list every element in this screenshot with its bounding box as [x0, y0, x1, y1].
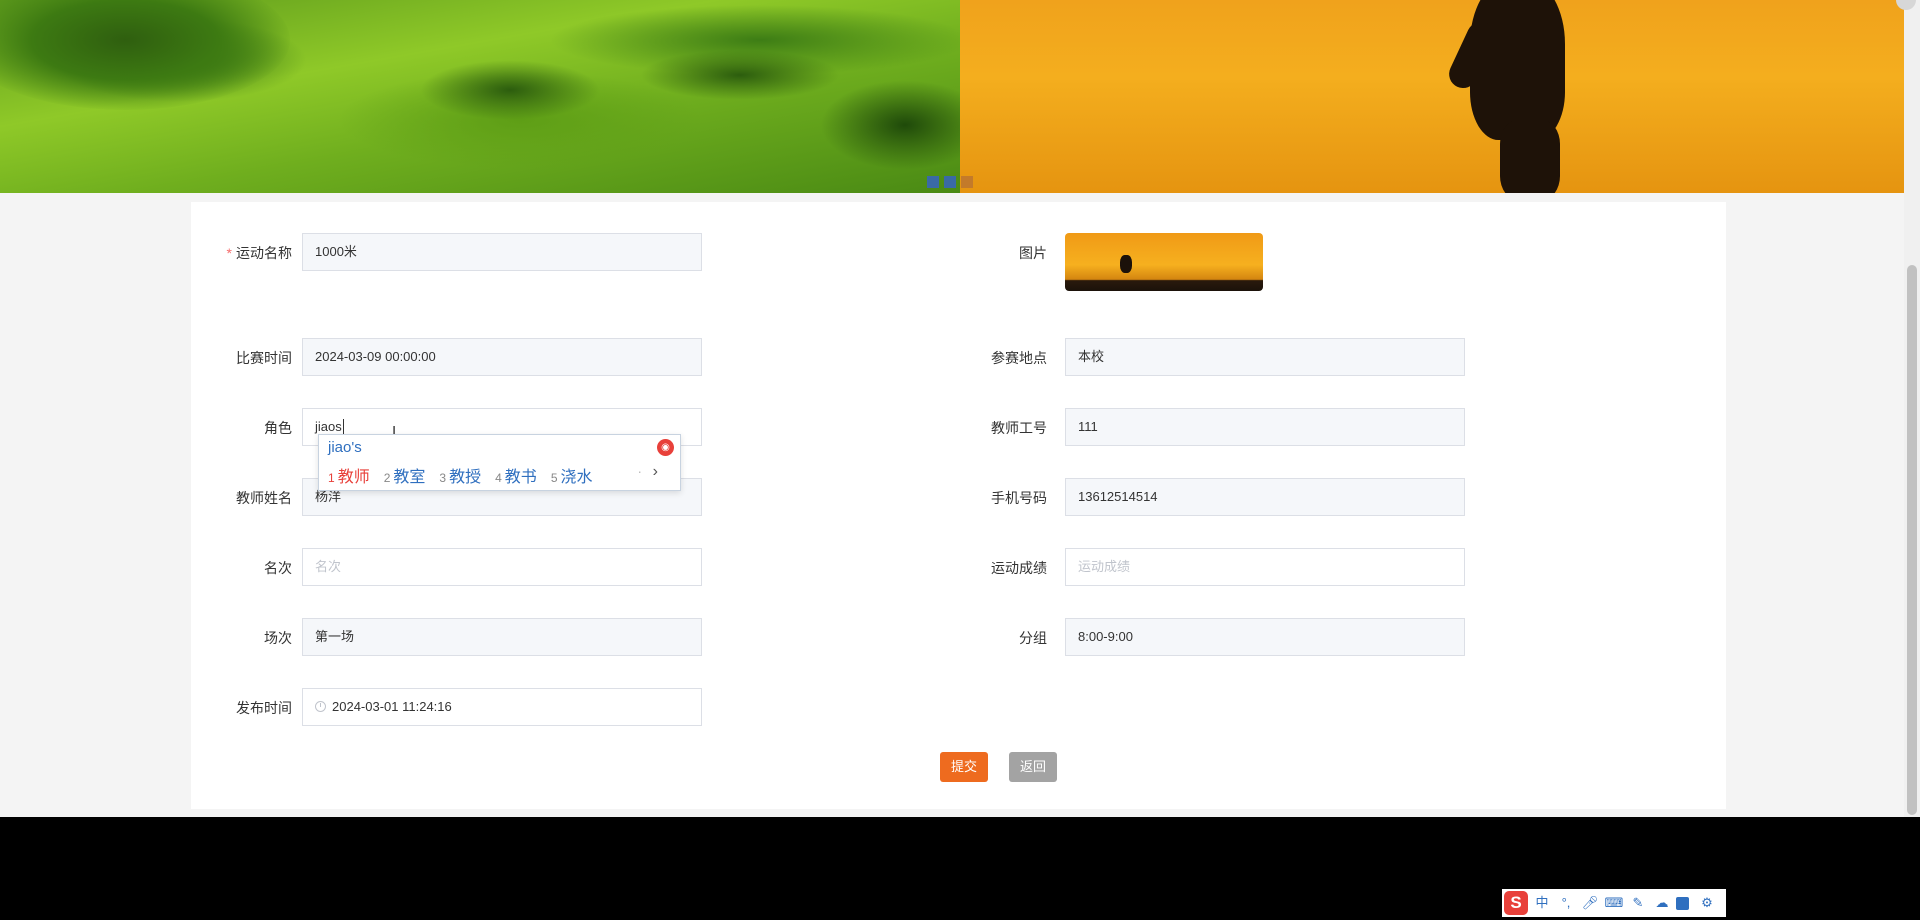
page: * 运动名称 1000米 图片 比赛时间 2024-03-09 00:00:00 … [0, 0, 1920, 817]
settings-gear-icon[interactable]: ⚙ [1697, 893, 1717, 913]
session-label: 场次 [264, 630, 292, 646]
sport-name-input[interactable]: 1000米 [302, 233, 702, 271]
sogou-logo-icon[interactable]: S [1504, 891, 1528, 915]
ime-candidate[interactable]: 5 浇水 [551, 463, 593, 487]
punctuation-icon[interactable]: °, [1556, 893, 1576, 913]
ime-next-page-button[interactable]: › [653, 463, 658, 481]
banner-carousel[interactable] [0, 0, 1920, 193]
cloud-icon[interactable]: ☁ [1652, 893, 1672, 913]
carousel-dot[interactable] [961, 176, 973, 188]
microphone-icon[interactable]: 🎤︎ [1580, 893, 1600, 913]
publish-time-input[interactable]: 2024-03-01 11:24:16 [302, 688, 702, 726]
venue-label: 参赛地点 [991, 350, 1047, 366]
carousel-indicators[interactable] [927, 176, 973, 188]
ime-candidates: 1 教师 2 教室 3 教授 4 教书 5 浇水 [328, 463, 593, 487]
group-input[interactable]: 8:00-9:00 [1065, 618, 1465, 656]
teacher-id-label: 教师工号 [991, 420, 1047, 436]
phone-label: 手机号码 [991, 490, 1047, 506]
publish-time-label: 发布时间 [236, 700, 292, 716]
rank-label: 名次 [264, 560, 292, 576]
ime-toolbar[interactable]: S 中 °, 🎤︎ ⌨ ✎ ☁ ⚙ [1502, 889, 1726, 917]
image-label: 图片 [1019, 245, 1047, 261]
ime-candidate[interactable]: 2 教室 [384, 463, 426, 487]
venue-input[interactable]: 本校 [1065, 338, 1465, 376]
session-input[interactable]: 第一场 [302, 618, 702, 656]
image-thumbnail[interactable] [1065, 233, 1263, 291]
carousel-dot[interactable] [944, 176, 956, 188]
scrollbar-thumb[interactable] [1907, 265, 1917, 815]
ime-prev-icon[interactable]: · [637, 463, 642, 479]
runner-silhouette [1120, 255, 1132, 273]
group-label: 分组 [1019, 630, 1047, 646]
back-button[interactable]: 返回 [1009, 752, 1057, 782]
submit-button[interactable]: 提交 [940, 752, 988, 782]
keyboard-icon[interactable]: ⌨ [1604, 893, 1624, 913]
clock-icon [315, 701, 326, 712]
toolbox-icon[interactable] [1676, 896, 1689, 910]
page-scrollbar[interactable] [1896, 0, 1920, 817]
role-label: 角色 [264, 420, 292, 436]
ime-pinyin: jiao's [328, 439, 362, 456]
match-time-input[interactable]: 2024-03-09 00:00:00 [302, 338, 702, 376]
ime-candidate[interactable]: 4 教书 [495, 463, 537, 487]
teacher-name-label: 教师姓名 [236, 490, 292, 506]
score-label: 运动成绩 [991, 560, 1047, 576]
sport-name-label: * 运动名称 [226, 245, 292, 261]
text-caret [342, 419, 344, 434]
skin-icon[interactable]: ✎ [1628, 893, 1648, 913]
ime-logo-icon: ◉ [657, 439, 674, 456]
rank-input[interactable]: 名次 [302, 548, 702, 586]
teacher-id-input[interactable]: 111 [1065, 408, 1465, 446]
required-mark: * [226, 245, 232, 261]
carousel-dot[interactable] [927, 176, 939, 188]
match-time-label: 比赛时间 [236, 350, 292, 366]
banner-image-runner-sunset [960, 0, 1920, 193]
chinese-mode-icon[interactable]: 中 [1532, 893, 1552, 913]
score-input[interactable]: 运动成绩 [1065, 548, 1465, 586]
ime-candidate-window[interactable]: jiao's ◉ 1 教师 2 教室 3 教授 4 教书 5 浇水 · › [318, 434, 681, 491]
ime-candidate[interactable]: 3 教授 [439, 463, 481, 487]
phone-input[interactable]: 13612514514 [1065, 478, 1465, 516]
ime-candidate[interactable]: 1 教师 [328, 463, 370, 487]
form-card: * 运动名称 1000米 图片 比赛时间 2024-03-09 00:00:00 … [191, 202, 1726, 809]
banner-image-green-hills [0, 0, 990, 193]
